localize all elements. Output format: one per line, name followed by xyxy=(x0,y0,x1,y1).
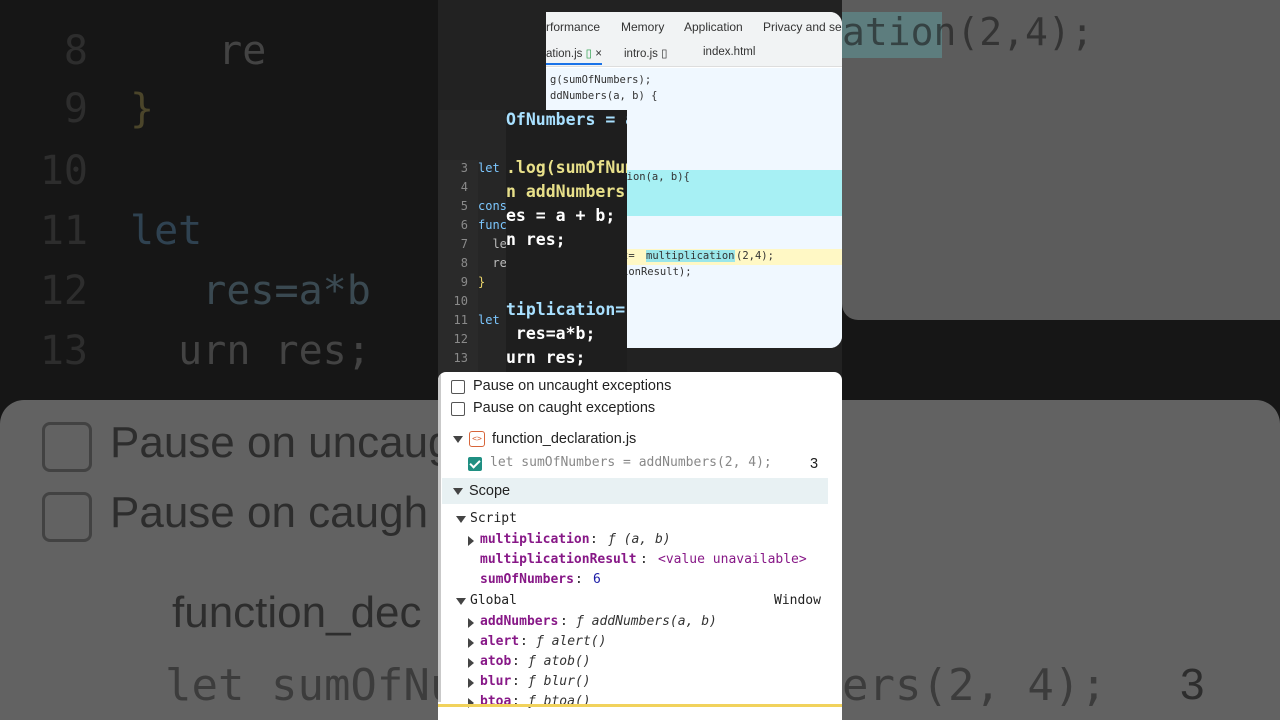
debugger-sidebar: Pause on uncaught exceptions Pause on ca… xyxy=(438,372,842,720)
chevron-right-icon[interactable] xyxy=(468,658,474,668)
pause-uncaught-checkbox[interactable] xyxy=(451,380,465,394)
tab-memory[interactable]: Memory xyxy=(621,20,664,34)
script-file-icon: <> xyxy=(469,431,485,447)
pause-caught-checkbox[interactable] xyxy=(451,402,465,416)
zoomed-code: OfNumbers = a .log(sumOfNum n addNumbers… xyxy=(506,110,627,380)
video-frame: rformance Memory Application Privacy and… xyxy=(438,0,842,720)
file-tab-intro[interactable]: intro.js ▯ xyxy=(624,46,667,60)
chevron-down-icon[interactable] xyxy=(456,516,466,523)
chevron-down-icon[interactable] xyxy=(456,598,466,605)
file-tab-index[interactable]: index.html xyxy=(703,46,755,58)
chevron-down-icon[interactable] xyxy=(453,436,463,443)
chevron-right-icon[interactable] xyxy=(468,638,474,648)
scrollbar[interactable] xyxy=(438,372,441,702)
devtools-tabs: rformance Memory Application Privacy and… xyxy=(546,12,842,42)
file-icon: ▯ xyxy=(585,48,592,60)
tab-performance[interactable]: rformance xyxy=(546,20,600,34)
breakpoint-line-number: 3 xyxy=(810,456,819,472)
chevron-right-icon[interactable] xyxy=(468,618,474,628)
line-gutter: 3 4 5 6 7 8 9 10 11 12 13 xyxy=(438,160,478,380)
tab-application[interactable]: Application xyxy=(684,20,743,34)
close-icon[interactable]: × xyxy=(595,48,602,60)
chevron-down-icon[interactable] xyxy=(453,488,463,495)
breakpoint-checkbox[interactable] xyxy=(468,457,482,471)
file-tabs: ation.js ▯ × intro.js ▯ index.html xyxy=(546,42,842,67)
code-line: g(sumOfNumbers); xyxy=(550,74,652,86)
file-tab-function-declaration[interactable]: ation.js ▯ × xyxy=(546,46,602,65)
chevron-right-icon[interactable] xyxy=(468,678,474,688)
chevron-right-icon[interactable] xyxy=(468,536,474,546)
global-window-label: Window xyxy=(774,593,821,608)
code-line: ddNumbers(a, b) { xyxy=(550,90,658,102)
file-icon: ▯ xyxy=(661,48,668,60)
token-highlight[interactable]: multiplication xyxy=(646,250,735,262)
code-editor: 3 4 5 6 7 8 9 10 11 12 13 let cons func … xyxy=(438,110,627,380)
bottom-accent-line xyxy=(438,704,842,707)
tab-privacy-security[interactable]: Privacy and sec xyxy=(763,20,842,34)
